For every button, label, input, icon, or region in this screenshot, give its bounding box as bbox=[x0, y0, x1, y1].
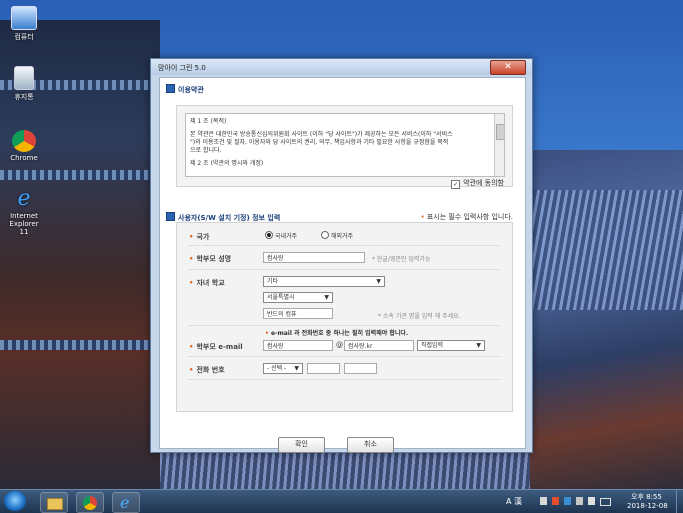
required-note: • 표시는 필수 입력사항 입니다. bbox=[420, 213, 513, 221]
close-button[interactable]: ✕ bbox=[490, 60, 526, 75]
recycle-bin-icon bbox=[14, 66, 34, 90]
terms-textarea[interactable]: 제 1 조 (목적) 본 약관은 대한민국 방송통신심의위원회 사이트 (이하 … bbox=[185, 113, 505, 177]
speaker-icon[interactable] bbox=[588, 497, 595, 505]
section-square-icon bbox=[166, 84, 175, 93]
terms-panel: 제 1 조 (목적) 본 약관은 대한민국 방송통신심의위원회 사이트 (이하 … bbox=[176, 105, 513, 189]
network-icon[interactable] bbox=[576, 497, 583, 505]
taskbar-internet-explorer[interactable]: e bbox=[112, 492, 140, 513]
agree-checkbox[interactable]: ✓ bbox=[451, 180, 461, 189]
window-content: 이용약관 제 1 조 (목적) 본 약관은 대한민국 방송통신심의위원회 사이트… bbox=[159, 77, 526, 453]
region-select[interactable]: 서울특별시 ▼ bbox=[263, 292, 333, 303]
terms-scrollbar[interactable] bbox=[494, 114, 504, 176]
phone-last-input[interactable] bbox=[344, 363, 377, 374]
school-name-hint: * 소속 기관 명을 입력 해 주세요. bbox=[378, 313, 461, 320]
start-button[interactable] bbox=[4, 491, 26, 511]
shield-icon[interactable] bbox=[564, 497, 571, 505]
desktop-icon-recycle-bin[interactable]: 휴지통 bbox=[4, 66, 44, 102]
parent-name-label: • 학부모 성명 bbox=[189, 255, 232, 263]
taskbar-chrome[interactable] bbox=[76, 492, 104, 513]
palace-roof-right bbox=[523, 150, 683, 490]
chevron-down-icon: ▼ bbox=[294, 365, 299, 372]
cancel-button[interactable]: 취소 bbox=[347, 437, 394, 453]
agree-checkbox-row[interactable]: ✓ 약관에 동의함 bbox=[451, 178, 504, 189]
radio-overseas[interactable]: 해외거주 bbox=[321, 231, 353, 240]
installer-window: 맘아이 그린 5.0 ✕ 이용약관 제 1 조 (목적) 본 약관은 대한민국 … bbox=[150, 58, 533, 453]
parent-name-input[interactable]: 컴사랑 bbox=[263, 252, 365, 263]
email-id-input[interactable]: 컴사랑 bbox=[263, 340, 333, 351]
section-square-icon bbox=[166, 212, 175, 221]
user-info-form: • 국가 국내거주 해외거주 • 학부모 성명 컴사랑 * 한글/영문만 입력가능 … bbox=[176, 222, 513, 412]
battery-icon[interactable] bbox=[600, 498, 611, 506]
email-at-sign: @ bbox=[336, 341, 343, 349]
email-label: • 학부모 e-mail bbox=[189, 343, 243, 351]
email-domain-select[interactable]: 직접입력 ▼ bbox=[417, 340, 485, 351]
ime-indicator[interactable]: A 漢 bbox=[506, 496, 522, 507]
radio-overseas-dot[interactable] bbox=[321, 231, 329, 239]
internet-explorer-icon: e bbox=[120, 493, 130, 512]
window-title: 맘아이 그린 5.0 bbox=[158, 64, 206, 72]
chevron-down-icon: ▼ bbox=[324, 294, 329, 301]
clock-date[interactable]: 2018-12-08 bbox=[627, 502, 668, 510]
phone-prefix-select[interactable]: - 선택 - ▼ bbox=[263, 363, 303, 374]
parent-name-hint: * 한글/영문만 입력가능 bbox=[372, 256, 431, 263]
desktop-icon-computer[interactable]: 컴퓨터 bbox=[4, 6, 44, 42]
terms-heading: 이용약관 bbox=[166, 84, 204, 95]
radio-domestic[interactable]: 국내거주 bbox=[265, 231, 297, 240]
chrome-icon bbox=[12, 130, 36, 152]
confirm-button[interactable]: 확인 bbox=[278, 437, 325, 453]
child-school-label: • 자녀 학교 bbox=[189, 279, 225, 287]
phone-middle-input[interactable] bbox=[307, 363, 340, 374]
palace-roof-bottom bbox=[160, 450, 530, 490]
phone-label: • 전화 번호 bbox=[189, 366, 225, 374]
chevron-down-icon: ▼ bbox=[476, 342, 481, 349]
scrollbar-thumb[interactable] bbox=[496, 124, 504, 140]
folder-icon bbox=[47, 498, 63, 510]
taskbar-explorer[interactable] bbox=[40, 492, 68, 513]
taskbar: e A 漢 오후 8:55 2018-12-08 bbox=[0, 489, 683, 513]
radio-domestic-dot[interactable] bbox=[265, 231, 273, 239]
email-domain-input[interactable]: 컴사랑.kr bbox=[344, 340, 414, 351]
desktop-icon-internet-explorer[interactable]: e Internet Explorer 11 bbox=[4, 186, 44, 237]
notification-icon[interactable] bbox=[540, 497, 547, 505]
clock-time[interactable]: 오후 8:55 bbox=[631, 492, 662, 502]
contact-notice: • e-mail 과 전화번호 중 하나는 필히 입력해야 합니다. bbox=[265, 330, 409, 337]
country-label: • 국가 bbox=[189, 233, 210, 241]
internet-explorer-icon: e bbox=[17, 186, 31, 211]
flag-icon[interactable] bbox=[552, 497, 559, 505]
window-titlebar[interactable]: 맘아이 그린 5.0 ✕ bbox=[151, 59, 532, 75]
tray-icons[interactable] bbox=[540, 497, 615, 506]
chevron-down-icon: ▼ bbox=[376, 278, 381, 285]
school-name-input[interactable]: 반드의 컴퓨 bbox=[263, 308, 333, 319]
computer-icon bbox=[11, 6, 37, 30]
chrome-icon bbox=[83, 496, 97, 510]
school-type-select[interactable]: 기타 ▼ bbox=[263, 276, 385, 287]
show-desktop-button[interactable] bbox=[676, 490, 683, 513]
desktop-icon-chrome[interactable]: Chrome bbox=[4, 130, 44, 162]
